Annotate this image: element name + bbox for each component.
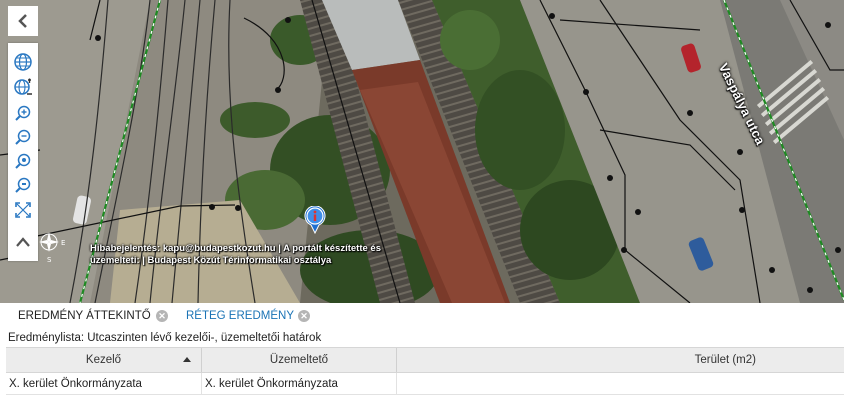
map-view[interactable]: E S Hibabejelentés: kapu@budapestkozut.h… — [0, 0, 844, 303]
column-header-terulet[interactable]: Terület (m2) — [397, 348, 844, 372]
cell-terulet — [397, 373, 844, 395]
globe-pan-button[interactable] — [11, 75, 35, 99]
zoom-in-alt-icon — [15, 153, 31, 169]
table-row[interactable]: X. kerület Önkormányzata X. kerület Önko… — [6, 373, 844, 395]
collapse-panel-button[interactable] — [8, 6, 38, 36]
tab-layer-result[interactable]: RÉTEG EREDMÉNY — [186, 310, 294, 322]
chevron-left-icon — [18, 14, 27, 28]
cell-kezelo: X. kerület Önkormányzata — [6, 373, 202, 395]
full-extent-button[interactable] — [11, 198, 35, 222]
zoom-out-alt-button[interactable] — [11, 173, 35, 197]
tab-layer-result-close-icon[interactable]: ✕ — [298, 310, 310, 322]
zoom-in-button[interactable] — [11, 101, 35, 125]
zoom-in-alt-button[interactable] — [11, 149, 35, 173]
attribution-line-2: üzemelteti: | Budapest Közút Térinformat… — [90, 255, 332, 266]
zoom-out-alt-icon — [15, 177, 31, 193]
map-toolbar — [8, 43, 38, 261]
zoom-in-icon — [15, 105, 31, 121]
compass-rose-icon: E S — [39, 232, 65, 264]
zoom-out-button[interactable] — [11, 125, 35, 149]
attribution-line-1: Hibabejelentés: kapu@budapestkozut.hu | … — [90, 243, 381, 254]
map-attribution: Hibabejelentés: kapu@budapestkozut.hu | … — [90, 243, 381, 267]
chevron-up-icon — [16, 237, 30, 247]
tab-overview[interactable]: EREDMÉNY ÁTTEKINTŐ — [18, 310, 151, 322]
globe-icon — [14, 53, 32, 71]
column-header-label: Kezelő — [85, 354, 122, 366]
compass-south-label: S — [47, 256, 52, 264]
tab-overview-close-icon[interactable]: ✕ — [156, 310, 168, 322]
zoom-out-icon — [15, 129, 31, 145]
compass-east-label: E — [61, 239, 65, 247]
globe-pan-icon — [14, 78, 32, 95]
app-root: E S Hibabejelentés: kapu@budapestkozut.h… — [0, 0, 844, 407]
toolbar-collapse-button[interactable] — [11, 230, 35, 254]
result-panel: EREDMÉNY ÁTTEKINTŐ ✕ RÉTEG EREDMÉNY ✕ Er… — [0, 303, 844, 407]
result-tabs: EREDMÉNY ÁTTEKINTŐ ✕ RÉTEG EREDMÉNY ✕ — [0, 303, 844, 327]
full-extent-icon — [15, 202, 31, 218]
sort-ascending-icon — [183, 357, 191, 362]
column-header-label: Üzemeltető — [269, 354, 329, 366]
column-header-kezelo[interactable]: Kezelő — [6, 348, 202, 372]
result-grid-header: Kezelő Üzemeltető Terület (m2) — [6, 347, 844, 373]
column-header-label: Terület (m2) — [694, 354, 756, 366]
result-list-title: Eredménylista: Utcaszinten lévő kezelői-… — [8, 332, 322, 344]
info-marker-icon[interactable] — [303, 206, 327, 234]
cell-uzemelteto: X. kerület Önkormányzata — [202, 373, 397, 395]
globe-button[interactable] — [11, 50, 35, 74]
column-header-uzemelteto[interactable]: Üzemeltető — [202, 348, 397, 372]
